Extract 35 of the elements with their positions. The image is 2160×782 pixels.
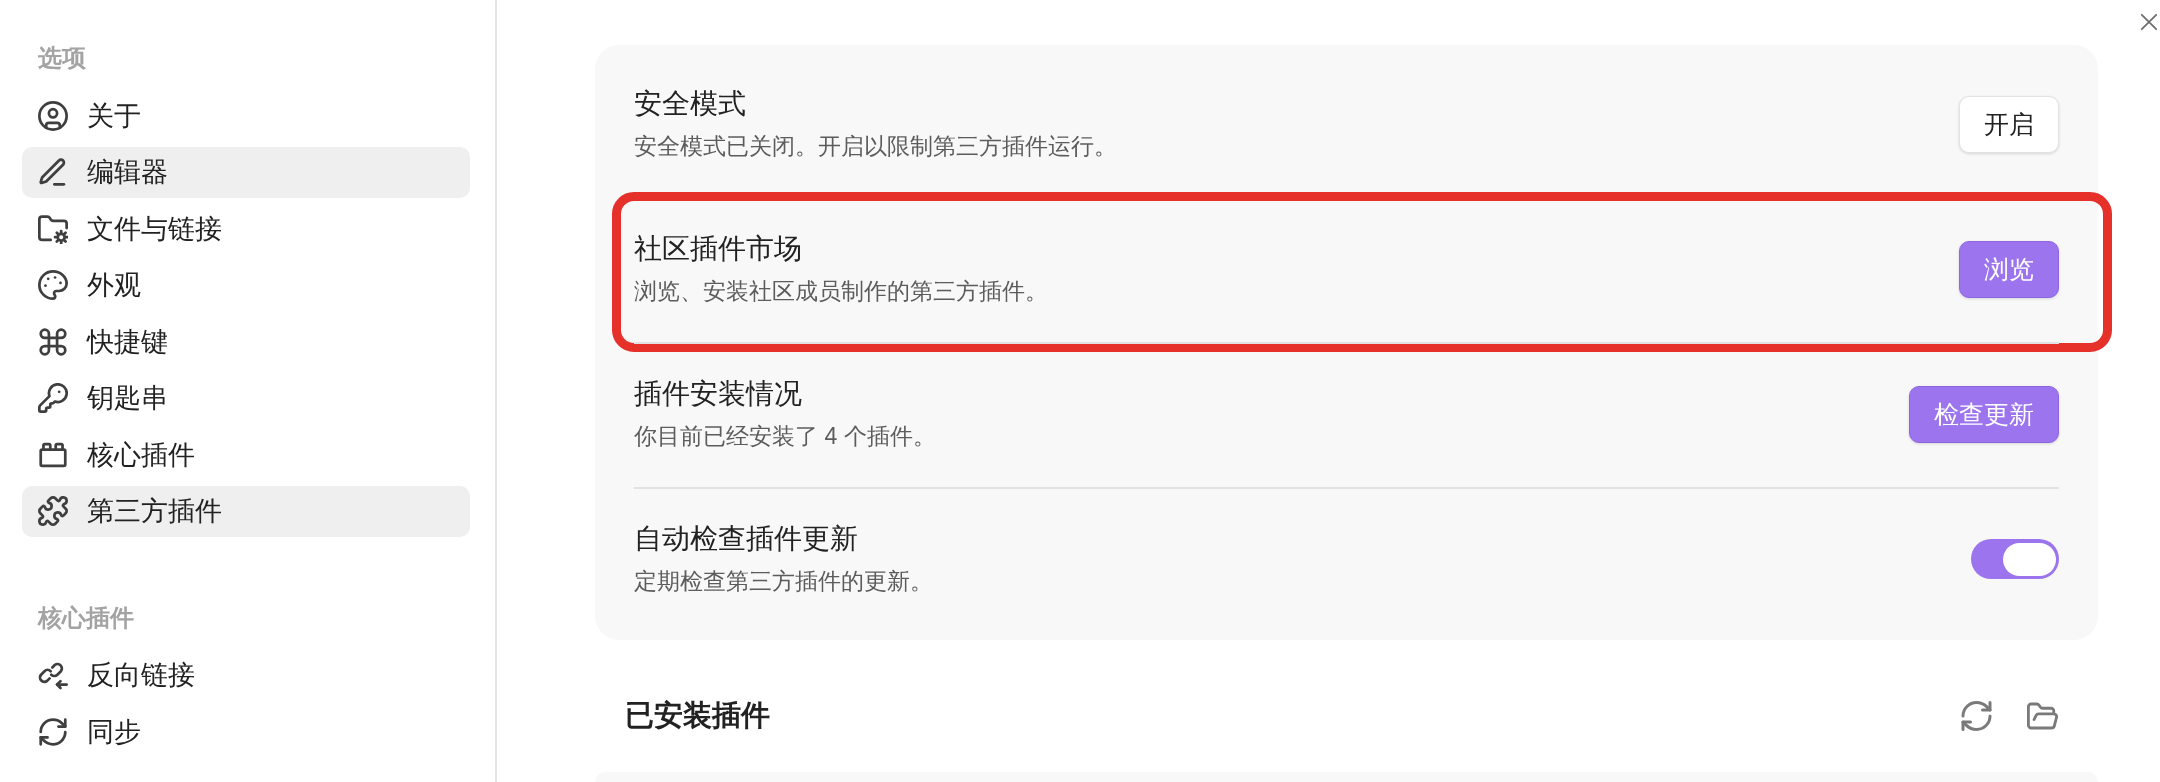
palette-icon bbox=[38, 270, 68, 300]
setting-description: 你目前已经安装了 4 个插件。 bbox=[634, 422, 936, 451]
folder-icon[interactable] bbox=[2027, 701, 2058, 731]
setting-button[interactable]: 开启 bbox=[1959, 95, 2059, 153]
link-arrow-icon bbox=[38, 660, 68, 690]
sidebar-item[interactable]: 反向链接 bbox=[22, 649, 470, 701]
sidebar-item[interactable]: 钥匙串 bbox=[22, 372, 470, 424]
setting-title: 社区插件市场 bbox=[634, 232, 803, 266]
sidebar-item[interactable]: 第三方插件 bbox=[22, 485, 470, 537]
close-icon[interactable] bbox=[2140, 13, 2158, 31]
sidebar-item[interactable]: 外观 bbox=[22, 259, 470, 311]
sidebar-section-heading: 核心插件 bbox=[36, 602, 135, 633]
sidebar-item[interactable]: 快捷键 bbox=[22, 316, 470, 367]
sidebar-item[interactable]: 关于 bbox=[22, 90, 470, 141]
setting-description: 定期检查第三方插件的更新。 bbox=[634, 567, 933, 596]
key-icon bbox=[38, 383, 68, 413]
toggle-switch[interactable] bbox=[1971, 539, 2059, 579]
sidebar-item[interactable]: 文件与链接 bbox=[22, 203, 470, 254]
person-circle-icon bbox=[38, 100, 68, 131]
command-key-icon bbox=[38, 326, 68, 357]
sidebar-item[interactable]: 编辑器 bbox=[22, 146, 470, 198]
sync-arrows-icon bbox=[38, 716, 68, 747]
setting-title: 插件安装情况 bbox=[634, 377, 803, 411]
puzzle-icon bbox=[38, 496, 68, 526]
folder-gear-icon bbox=[38, 213, 68, 244]
pencil-icon bbox=[38, 157, 68, 187]
section-heading: 已安装插件 bbox=[625, 698, 770, 733]
sidebar-item[interactable]: 核心插件 bbox=[22, 429, 470, 480]
sidebar-item[interactable]: 同步 bbox=[22, 706, 470, 757]
setting-title: 自动检查插件更新 bbox=[634, 522, 859, 556]
setting-description: 安全模式已关闭。开启以限制第三方插件运行。 bbox=[634, 132, 1117, 161]
setting-description: 浏览、安装社区成员制作的第三方插件。 bbox=[634, 277, 1048, 306]
sidebar-section-heading: 选项 bbox=[37, 43, 87, 73]
refresh-icon[interactable] bbox=[1961, 701, 1992, 731]
setting-title: 安全模式 bbox=[634, 87, 747, 121]
